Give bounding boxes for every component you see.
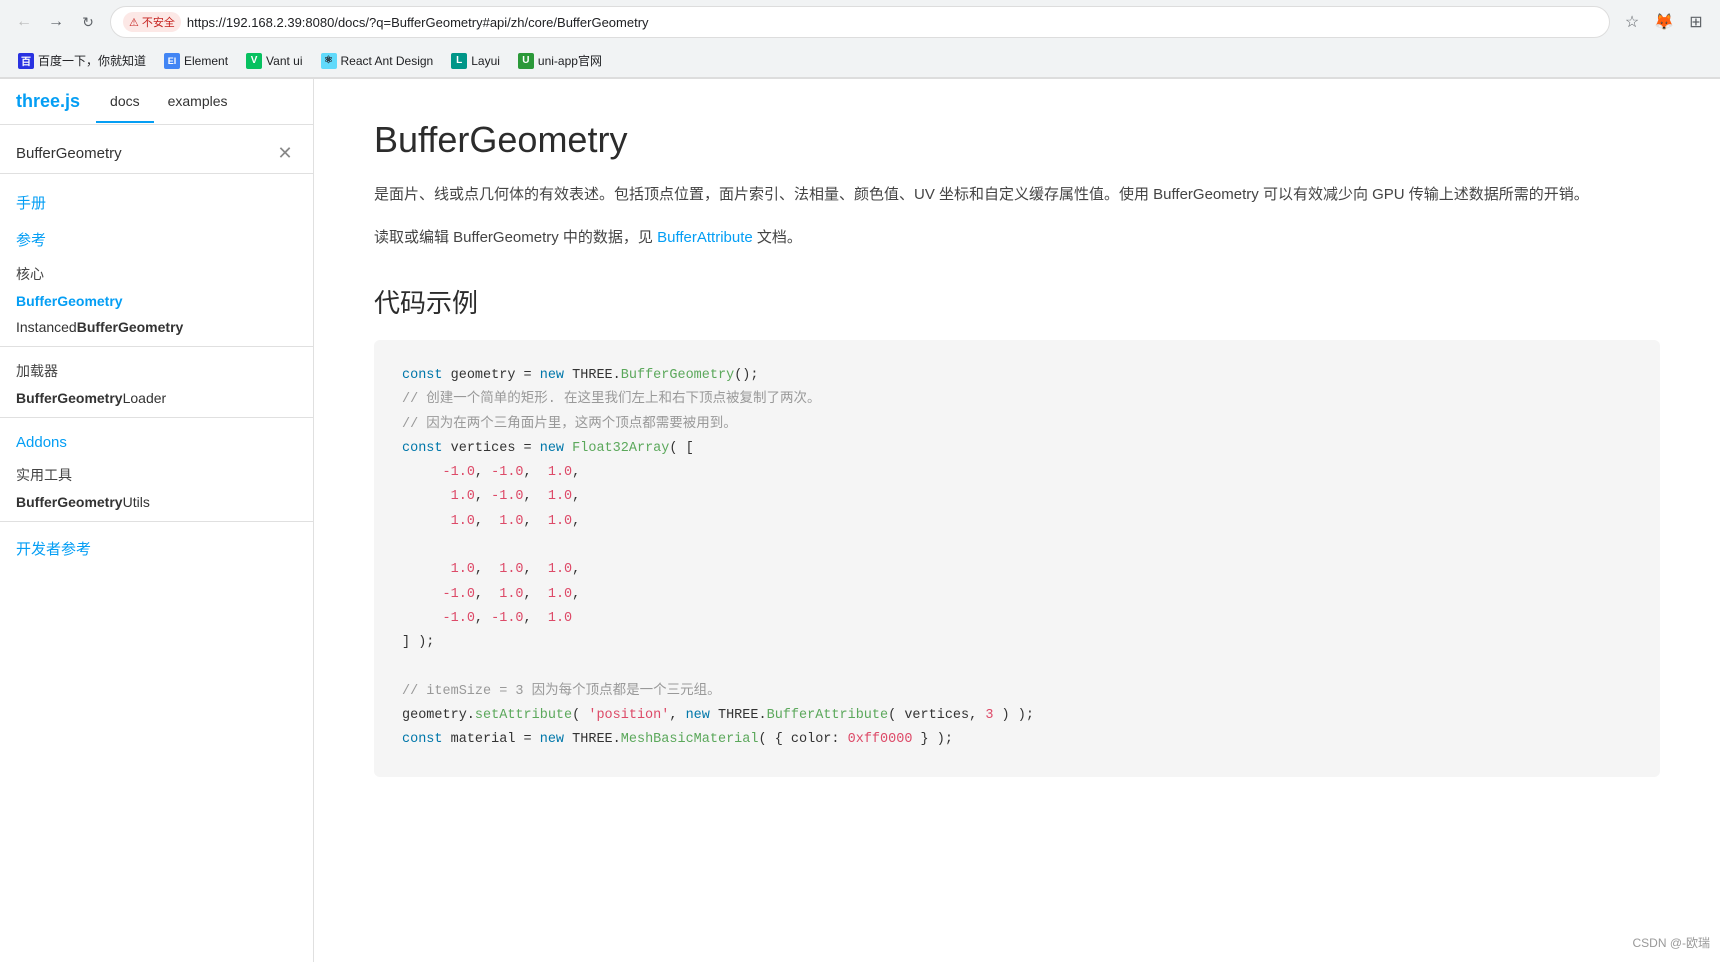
element-favicon: El bbox=[164, 53, 180, 69]
sidebar-item-dev-reference[interactable]: 开发者参考 bbox=[0, 528, 313, 565]
code-section-title: 代码示例 bbox=[374, 283, 1660, 320]
loader-bold: BufferGeometry bbox=[16, 390, 123, 406]
instanced-prefix: Instanced bbox=[16, 319, 77, 335]
bookmark-layui[interactable]: L Layui bbox=[443, 49, 508, 73]
address-bar[interactable]: ⚠ 不安全 https://192.168.2.39:8080/docs/?q=… bbox=[110, 6, 1610, 38]
code-line-3: // 因为在两个三角面片里，这两个顶点都需要被用到。 bbox=[402, 413, 1632, 437]
toolbar-actions: ☆ 🦊 ⊞ bbox=[1618, 8, 1710, 36]
bookmark-element[interactable]: El Element bbox=[156, 49, 236, 73]
code-line-10: -1.0, 1.0, 1.0, bbox=[402, 583, 1632, 607]
code-line-15: geometry.setAttribute( 'position', new T… bbox=[402, 704, 1632, 728]
main-content: BufferGeometry 是面片、线或点几何体的有效表述。包括顶点位置，面片… bbox=[314, 79, 1720, 962]
insecure-icon: ⚠ bbox=[129, 16, 139, 29]
code-line-2: // 创建一个简单的矩形. 在这里我们左上和右下顶点被复制了两次。 bbox=[402, 388, 1632, 412]
browser-toolbar: ← → ↻ ⚠ 不安全 https://192.168.2.39:8080/do… bbox=[0, 0, 1720, 44]
sidebar-search: BufferGeometry ✕ bbox=[0, 125, 313, 174]
tab-examples[interactable]: examples bbox=[154, 81, 242, 123]
forward-button[interactable]: → bbox=[42, 8, 70, 36]
code-line-6: 1.0, -1.0, 1.0, bbox=[402, 485, 1632, 509]
nav-buttons: ← → ↻ bbox=[10, 8, 102, 36]
vant-favicon: V bbox=[246, 53, 262, 69]
desc2-suffix: 文档。 bbox=[753, 229, 802, 246]
desc2-prefix: 读取或编辑 BufferGeometry 中的数据，见 bbox=[374, 229, 657, 246]
buffer-geometry-label: BufferGeometry bbox=[16, 293, 123, 309]
sidebar-subsection-core: 核心 bbox=[0, 256, 313, 288]
sidebar-item-instanced-buffer-geometry[interactable]: InstancedBufferGeometry bbox=[0, 314, 313, 340]
sidebar-nav-tabs: three.js docs examples bbox=[0, 79, 313, 125]
bookmark-baidu[interactable]: 百 百度一下，你就知道 bbox=[10, 48, 154, 73]
description-1: 是面片、线或点几何体的有效表述。包括顶点位置，面片索引、法相量、颜色值、UV 坐… bbox=[374, 181, 1660, 208]
loader-suffix: Loader bbox=[123, 390, 167, 406]
layui-favicon: L bbox=[451, 53, 467, 69]
back-button[interactable]: ← bbox=[10, 8, 38, 36]
code-line-14: // itemSize = 3 因为每个顶点都是一个三元组。 bbox=[402, 680, 1632, 704]
code-line-13 bbox=[402, 656, 1632, 680]
sidebar-divider-1 bbox=[0, 346, 313, 347]
url-display: https://192.168.2.39:8080/docs/?q=Buffer… bbox=[187, 15, 649, 30]
sidebar-item-buffer-geometry-loader[interactable]: BufferGeometryLoader bbox=[0, 385, 313, 411]
bookmark-react[interactable]: ⚛ React Ant Design bbox=[313, 49, 442, 73]
page-title: BufferGeometry bbox=[374, 119, 1660, 161]
code-line-5: -1.0, -1.0, 1.0, bbox=[402, 461, 1632, 485]
sidebar-nav-section: 手册 参考 核心 BufferGeometry InstancedBufferG… bbox=[0, 174, 313, 573]
code-line-9: 1.0, 1.0, 1.0, bbox=[402, 558, 1632, 582]
utils-suffix: Utils bbox=[123, 494, 150, 510]
code-line-12: ] ); bbox=[402, 631, 1632, 655]
baidu-favicon: 百 bbox=[18, 53, 34, 69]
bookmark-vant[interactable]: V Vant ui bbox=[238, 49, 310, 73]
profile-button[interactable]: 🦊 bbox=[1650, 8, 1678, 36]
uniapp-favicon: U bbox=[518, 53, 534, 69]
sidebar-subsection-utils: 实用工具 bbox=[0, 457, 313, 489]
layui-label: Layui bbox=[471, 54, 500, 68]
code-block: const geometry = new THREE.BufferGeometr… bbox=[374, 340, 1660, 777]
insecure-badge: ⚠ 不安全 bbox=[123, 12, 181, 32]
sidebar-item-buffer-geometry[interactable]: BufferGeometry bbox=[0, 288, 313, 314]
baidu-label: 百度一下，你就知道 bbox=[38, 52, 146, 69]
description-2: 读取或编辑 BufferGeometry 中的数据，见 BufferAttrib… bbox=[374, 224, 1660, 251]
uniapp-label: uni-app官网 bbox=[538, 52, 602, 69]
buffer-attribute-link[interactable]: BufferAttribute bbox=[657, 229, 753, 246]
instanced-bold: BufferGeometry bbox=[77, 319, 184, 335]
code-line-8 bbox=[402, 534, 1632, 558]
search-title: BufferGeometry bbox=[16, 145, 122, 162]
sidebar-item-buffer-geometry-utils[interactable]: BufferGeometryUtils bbox=[0, 489, 313, 515]
code-line-7: 1.0, 1.0, 1.0, bbox=[402, 510, 1632, 534]
sidebar-divider-2 bbox=[0, 417, 313, 418]
bookmarks-bar: 百 百度一下，你就知道 El Element V Vant ui ⚛ React… bbox=[0, 44, 1720, 78]
csdn-badge: CSDN @-欧瑞 bbox=[1632, 934, 1710, 951]
code-line-16: const material = new THREE.MeshBasicMate… bbox=[402, 728, 1632, 752]
tab-docs[interactable]: docs bbox=[96, 81, 154, 123]
react-favicon: ⚛ bbox=[321, 53, 337, 69]
bookmark-star-button[interactable]: ☆ bbox=[1618, 8, 1646, 36]
sidebar-subsection-loaders: 加载器 bbox=[0, 353, 313, 385]
site-title[interactable]: three.js bbox=[16, 79, 96, 124]
insecure-label: 不安全 bbox=[142, 14, 175, 30]
code-line-11: -1.0, -1.0, 1.0 bbox=[402, 607, 1632, 631]
react-label: React Ant Design bbox=[341, 54, 434, 68]
browser-chrome: ← → ↻ ⚠ 不安全 https://192.168.2.39:8080/do… bbox=[0, 0, 1720, 79]
refresh-button[interactable]: ↻ bbox=[74, 8, 102, 36]
sidebar: three.js docs examples BufferGeometry ✕ … bbox=[0, 79, 314, 962]
sidebar-divider-3 bbox=[0, 521, 313, 522]
vant-label: Vant ui bbox=[266, 54, 302, 68]
code-line-4: const vertices = new Float32Array( [ bbox=[402, 437, 1632, 461]
utils-bold: BufferGeometry bbox=[16, 494, 123, 510]
element-label: Element bbox=[184, 54, 228, 68]
sidebar-item-reference[interactable]: 参考 bbox=[0, 219, 313, 256]
page-layout: three.js docs examples BufferGeometry ✕ … bbox=[0, 79, 1720, 962]
sidebar-item-addons[interactable]: Addons bbox=[0, 424, 313, 457]
extensions-button[interactable]: ⊞ bbox=[1682, 8, 1710, 36]
close-button[interactable]: ✕ bbox=[273, 141, 297, 165]
bookmark-uniapp[interactable]: U uni-app官网 bbox=[510, 48, 610, 73]
sidebar-item-manual[interactable]: 手册 bbox=[0, 182, 313, 219]
code-line-1: const geometry = new THREE.BufferGeometr… bbox=[402, 364, 1632, 388]
